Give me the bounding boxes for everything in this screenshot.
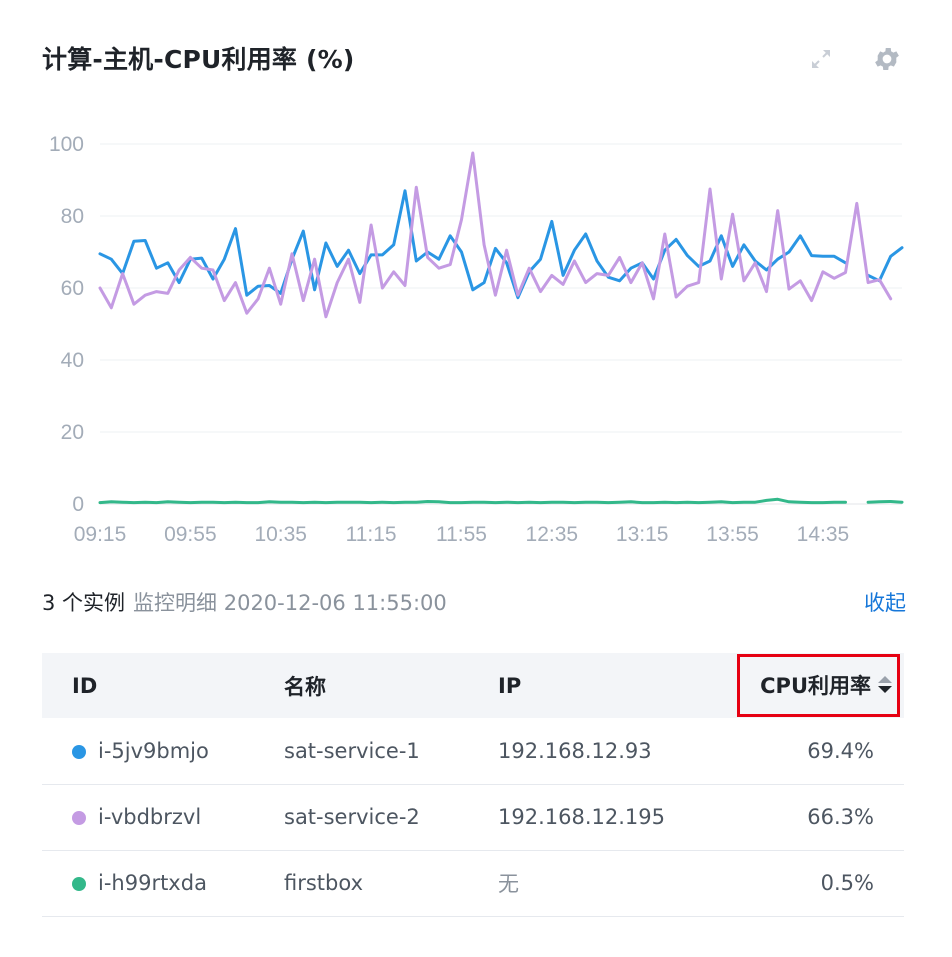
instance-cpu: 69.4% <box>807 738 874 763</box>
x-tick-label: 09:55 <box>164 523 217 546</box>
y-tick-label: 0 <box>72 493 84 516</box>
instance-name: sat-service-1 <box>284 738 420 763</box>
series-line-i-h99rtxda <box>98 497 847 505</box>
y-tick-label: 60 <box>61 277 84 300</box>
table-row[interactable]: i-h99rtxda firstbox 无 0.5% <box>42 850 904 916</box>
instance-id-cell: i-vbdbrzvl <box>42 784 284 850</box>
y-tick-label: 20 <box>61 421 84 444</box>
fullscreen-icon[interactable] <box>806 44 836 74</box>
instance-ip: 192.168.12.195 <box>498 805 665 829</box>
x-tick-label: 12:35 <box>526 523 579 546</box>
x-tick-label: 13:15 <box>616 523 669 546</box>
x-tick-label: 09:15 <box>74 523 127 546</box>
detail-timestamp: 监控明细 2020-12-06 11:55:00 <box>133 591 447 615</box>
cpu-sort-header[interactable]: CPU利用率 <box>737 654 900 717</box>
series-line-i-5jv9bmjo <box>98 189 847 300</box>
instance-count: 3 个实例 <box>42 591 126 615</box>
instance-id-cell: i-5jv9bmjo <box>42 718 284 784</box>
column-header-cpu[interactable]: CPU利用率 <box>710 653 904 718</box>
instance-name: sat-service-2 <box>284 805 420 829</box>
column-header-id: ID <box>72 673 98 698</box>
x-tick-label: 11:55 <box>436 523 487 546</box>
instance-id: i-h99rtxda <box>98 871 207 895</box>
sort-caret-icon[interactable] <box>877 674 893 696</box>
gear-icon[interactable] <box>872 44 902 74</box>
column-header-name: 名称 <box>284 674 326 699</box>
cpu-header-label: CPU利用率 <box>760 674 871 698</box>
instance-ip: 192.168.12.93 <box>498 738 652 763</box>
instance-id-cell: i-h99rtxda <box>42 850 284 916</box>
instance-summary: 3 个实例 监控明细 2020-12-06 11:55:00 <box>42 587 447 617</box>
collapse-link[interactable]: 收起 <box>864 587 906 617</box>
series-color-dot <box>72 811 86 825</box>
instance-id: i-vbdbrzvl <box>98 805 202 829</box>
table-row[interactable]: i-vbdbrzvl sat-service-2 192.168.12.195 … <box>42 784 904 850</box>
chart-title: 计算-主机-CPU利用率 (%) <box>42 45 355 74</box>
instance-cpu: 0.5% <box>820 871 874 895</box>
series-line-i-5jv9bmjo <box>866 246 904 283</box>
y-tick-label: 40 <box>61 349 84 372</box>
x-tick-label: 11:15 <box>346 523 397 546</box>
table-header-row: ID 名称 IP CPU利用率 <box>42 653 904 718</box>
y-tick-label: 80 <box>61 205 84 228</box>
series-color-dot <box>72 744 86 759</box>
series-color-dot <box>72 877 86 891</box>
instance-cpu: 66.3% <box>807 805 874 829</box>
y-tick-label: 100 <box>49 133 84 156</box>
instance-name: firstbox <box>284 871 363 895</box>
instance-id: i-5jv9bmjo <box>98 738 209 763</box>
x-tick-label: 13:55 <box>706 523 759 546</box>
instance-table: ID 名称 IP CPU利用率 i-5jv9bmjo sat-service-1 <box>42 653 904 917</box>
table-row[interactable]: i-5jv9bmjo sat-service-1 192.168.12.93 6… <box>42 718 904 784</box>
series-line-i-h99rtxda <box>866 500 904 504</box>
column-header-ip: IP <box>498 673 522 698</box>
instance-ip: 无 <box>498 872 519 896</box>
cpu-line-chart[interactable]: 0 20 40 60 80 100 09:15 09:55 10:35 11:15 11:55 12:… <box>0 110 952 550</box>
x-tick-label: 10:35 <box>254 523 307 546</box>
series-line-i-vbdbrzvl <box>98 151 893 319</box>
x-tick-label: 14:35 <box>797 523 850 546</box>
